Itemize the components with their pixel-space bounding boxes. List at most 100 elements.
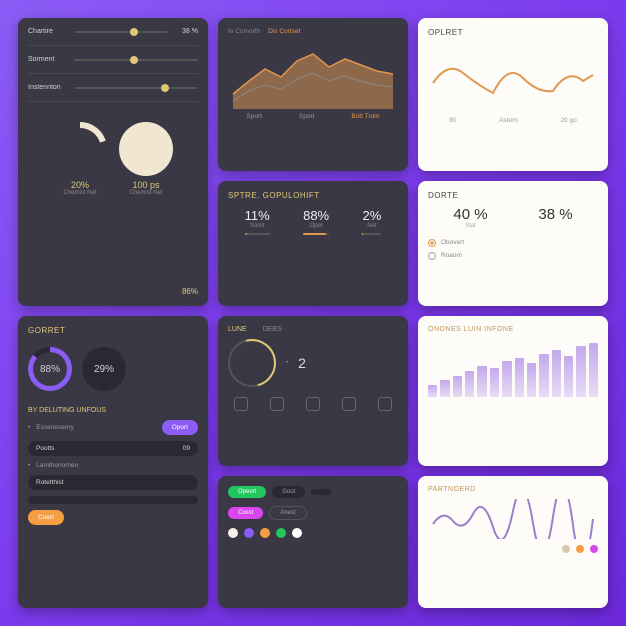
card-title: GORRET (28, 326, 198, 335)
radio-dot-icon (428, 239, 436, 247)
chip-opeort[interactable]: Opeort (228, 486, 266, 498)
pct-num: 11% (245, 208, 270, 223)
donut-sub: Chemist Net (119, 190, 173, 196)
slider-sorment[interactable]: Sorment (28, 56, 198, 63)
bar (440, 380, 449, 397)
area-chart-card: In Comorth Dis Cortset Sport Sport Bott … (218, 18, 408, 171)
item-label: Essenesenry (36, 424, 74, 431)
big-num: 2 (298, 355, 306, 371)
slider-value: 38 % (174, 28, 198, 35)
tab-debs[interactable]: DEBS (263, 326, 282, 333)
chip[interactable] (311, 489, 331, 495)
pill-label: Pootts (36, 445, 54, 452)
bar (428, 385, 437, 397)
line-chart (428, 43, 598, 113)
slider-track[interactable] (74, 31, 168, 33)
chip-row: Cosst Anest (228, 506, 398, 520)
dot-icon[interactable] (576, 545, 584, 553)
slider-instennton[interactable]: Instennton (28, 84, 198, 91)
bar (362, 233, 381, 235)
slider-label: Instennton (28, 84, 68, 91)
stats-card: DORTE 40 % Stat 38 % Obovert Roaom (418, 181, 608, 307)
radio-group: Obovert Roaom (428, 239, 598, 260)
section-header: BY DELUTING UNFOUS (28, 407, 198, 414)
pct-num: 88% (303, 208, 329, 223)
area-chart (228, 39, 398, 109)
tabs: LUNE DEBS (228, 326, 398, 333)
stat-col: • (286, 360, 288, 366)
chip-cosst[interactable]: Cosst (228, 507, 263, 519)
pill-input[interactable]: Rotetthist (28, 475, 198, 490)
progress-ring-icon: 29% (82, 347, 126, 391)
color-dot[interactable] (292, 528, 302, 538)
oport-button[interactable]: Oport (162, 420, 198, 435)
slider-label: Sorment (28, 56, 68, 63)
card-title: DORTE (428, 191, 598, 200)
donut-wrap: 20% Chemist Net (53, 122, 107, 196)
chart-tabs: In Comorth Dis Cortset (228, 28, 398, 35)
chip-anest[interactable]: Anest (269, 506, 306, 520)
legend-item: Sport (299, 113, 315, 120)
color-dot[interactable] (276, 528, 286, 538)
donut-value: 20% (53, 180, 107, 190)
item-label: Lamthonornen (36, 462, 78, 469)
pill-input[interactable] (28, 496, 198, 504)
bar (502, 361, 511, 397)
radio-dot-icon (428, 252, 436, 260)
tab-lune[interactable]: LUNE (228, 326, 247, 333)
bar (477, 366, 486, 397)
slider-track[interactable] (74, 59, 198, 61)
slider-label: Chartire (28, 28, 68, 35)
color-dot[interactable] (228, 528, 238, 538)
stat-num: 40 % (453, 206, 487, 223)
tool-icon[interactable] (270, 397, 284, 411)
pct-lbl: Opet (303, 223, 329, 229)
bar (303, 233, 329, 235)
radio-obovert[interactable]: Obovert (428, 239, 598, 247)
ring-value: 88% (40, 364, 60, 375)
bar (527, 363, 536, 397)
bar (515, 358, 524, 397)
radio-roaom[interactable]: Roaom (428, 252, 598, 260)
tool-icon[interactable] (306, 397, 320, 411)
stat-item: 40 % Stat (453, 206, 487, 229)
dot-icon[interactable] (590, 545, 598, 553)
tool-icon[interactable] (342, 397, 356, 411)
footer-pct: 86% (28, 287, 198, 296)
progress-ring-icon: 88% (28, 347, 72, 391)
tab-active[interactable]: Dis Cortset (268, 28, 300, 35)
color-dot[interactable] (244, 528, 254, 538)
bar (539, 354, 548, 397)
coert-button[interactable]: Coert (28, 510, 64, 525)
bar-chart-card: ONONES LUIN INFONE (418, 316, 608, 466)
bar (465, 371, 474, 397)
pct-item: 11% Soret (245, 208, 270, 235)
progress-ring-icon (228, 339, 276, 387)
stat-item: 38 % (538, 206, 572, 229)
bar (453, 376, 462, 397)
pill-value: 09 (183, 445, 190, 452)
donut-sub: Chemist Net (53, 190, 107, 196)
color-dots (228, 528, 398, 538)
divider (28, 101, 198, 102)
bar (576, 346, 585, 397)
body: • 2 (228, 339, 398, 387)
stat-num: 38 % (538, 206, 572, 223)
pct-row: 11% Soret 88% Opet 2% Net (228, 208, 398, 235)
tool-icon[interactable] (234, 397, 248, 411)
list-item[interactable]: • EssenesenryOport (28, 420, 198, 435)
tab[interactable]: In Comorth (228, 28, 260, 35)
list-item[interactable]: • Lamthonornen (28, 462, 198, 469)
tool-icon[interactable] (378, 397, 392, 411)
chip-goot[interactable]: Goot (272, 486, 305, 498)
legend-item: Bott Trom (351, 113, 379, 120)
pct-lbl: Net (362, 223, 381, 229)
pill-input[interactable]: Pootts 09 (28, 441, 198, 456)
dot-icon[interactable] (562, 545, 570, 553)
slider-chartire[interactable]: Chartire 38 % (28, 28, 198, 35)
stat-lbl: Stat (453, 223, 487, 229)
slider-track[interactable] (74, 87, 198, 89)
pct-num: 2% (362, 208, 381, 223)
donut-value: 100 ps (119, 180, 173, 190)
color-dot[interactable] (260, 528, 270, 538)
